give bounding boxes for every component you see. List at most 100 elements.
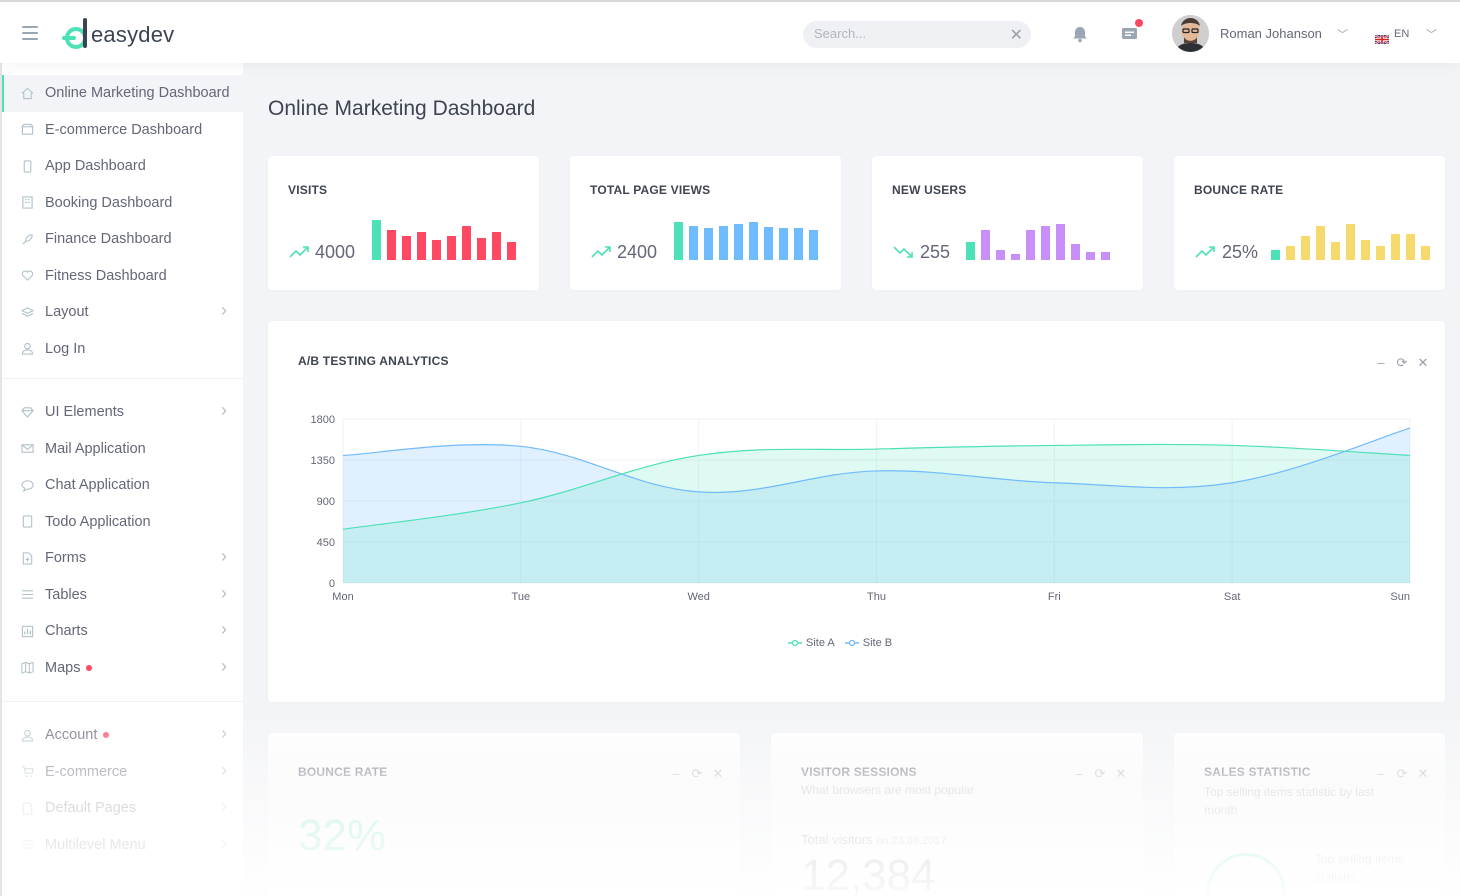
close-icon[interactable]: ✕	[1010, 25, 1023, 45]
mini-bar	[794, 228, 803, 260]
close-icon[interactable]: ✕	[1417, 355, 1429, 371]
topbar: easydev ✕ Roman Johanson ﹀ EN ﹀	[0, 0, 1460, 63]
refresh-icon[interactable]: ⟳	[1396, 766, 1408, 782]
sidebar-item-label: Mail Application	[45, 440, 146, 457]
chevron-down-icon[interactable]: ﹀	[1426, 26, 1437, 42]
mini-bar	[1376, 246, 1385, 260]
ab-testing-chart: 0 450 900 1350 1800 Mon Tue Wed Thu Fri Sat Sun	[298, 406, 1418, 611]
stat-label: NEW USERS	[892, 183, 967, 197]
panel-title: A/B TESTING ANALYTICS	[298, 354, 449, 368]
stat-value: 25%	[1222, 242, 1259, 262]
sidebar-item-finance-dashboard[interactable]: Finance Dashboard	[2, 221, 243, 258]
collapse-icon[interactable]: –	[670, 766, 682, 782]
bounce-rate-panel: BOUNCE RATE – ⟳ ✕ 32%	[268, 733, 740, 896]
mini-bar	[1286, 246, 1295, 260]
sidebar-item-fitness-dashboard[interactable]: Fitness Dashboard	[2, 258, 243, 295]
rocket-icon	[20, 232, 34, 246]
phone-icon	[20, 159, 34, 173]
sidebar-item-account[interactable]: Account ›	[2, 717, 243, 754]
sidebar-item-e-commerce-dashboard[interactable]: E-commerce Dashboard	[2, 112, 243, 149]
chevron-down-icon[interactable]: ﹀	[1337, 26, 1348, 42]
sidebar-item-e-commerce[interactable]: E-commerce ›	[2, 754, 243, 791]
sidebar-item-maps[interactable]: Maps ›	[2, 650, 243, 687]
close-icon[interactable]: ✕	[1417, 766, 1429, 782]
collapse-icon[interactable]: –	[1073, 766, 1085, 782]
legend-label: Site B	[862, 637, 893, 649]
sidebar-item-label: Charts	[45, 623, 88, 640]
sidebar-item-label: Account	[45, 727, 98, 744]
sidebar-item-label: UI Elements	[45, 404, 124, 421]
refresh-icon[interactable]: ⟳	[691, 766, 703, 782]
mini-bar	[704, 228, 713, 260]
language-selector[interactable]: EN	[1394, 28, 1409, 40]
y-tick-label: 900	[317, 496, 335, 508]
mini-bar	[1361, 240, 1370, 260]
sidebar-item-layout[interactable]: Layout ›	[2, 294, 243, 331]
close-icon[interactable]: ✕	[1115, 766, 1127, 782]
mail-icon[interactable]	[1121, 25, 1138, 45]
panel-title: VISITOR SESSIONS	[801, 765, 917, 779]
sidebar-item-ui-elements[interactable]: UI Elements ›	[2, 394, 243, 431]
cart-icon	[20, 765, 34, 779]
sidebar-group-pages: Account › E-commerce › Default Pages › Multile…	[2, 702, 243, 874]
legend-item-site-a[interactable]: Site A	[788, 637, 835, 649]
close-icon[interactable]: ✕	[712, 766, 724, 782]
sidebar-item-booking-dashboard[interactable]: Booking Dashboard	[2, 185, 243, 222]
chevron-right-icon: ›	[221, 400, 227, 420]
trending-down-icon	[893, 245, 915, 259]
mini-bar-chart	[1271, 224, 1430, 260]
mini-bar	[809, 230, 818, 260]
chevron-right-icon: ›	[221, 723, 227, 743]
stat-value: 255	[920, 242, 951, 262]
sidebar-item-label: Multilevel Menu	[45, 836, 146, 853]
x-tick-label: Tue	[512, 591, 531, 603]
refresh-icon[interactable]: ⟳	[1094, 766, 1106, 782]
legend-item-site-b[interactable]: Site B	[844, 637, 893, 649]
collapse-icon[interactable]: –	[1375, 766, 1387, 782]
envelope-icon	[20, 442, 34, 456]
sidebar-item-todo-application[interactable]: Todo Application	[2, 504, 243, 541]
sidebar-item-app-dashboard[interactable]: App Dashboard	[2, 148, 243, 185]
collapse-icon[interactable]: –	[1375, 355, 1387, 371]
sidebar-item-chat-application[interactable]: Chat Application	[2, 467, 243, 504]
visitor-sessions-panel: VISITOR SESSIONS What browsers are most …	[771, 733, 1143, 896]
mini-bar	[1041, 226, 1050, 260]
notification-dot	[1135, 19, 1143, 27]
avatar[interactable]	[1172, 15, 1209, 52]
total-visitors: Total visitors on 23.08.2017	[801, 832, 947, 847]
sidebar-item-charts[interactable]: Charts ›	[2, 613, 243, 650]
panel-controls: – ⟳ ✕	[1375, 766, 1429, 782]
bell-icon[interactable]	[1072, 26, 1088, 48]
search-input[interactable]	[814, 26, 994, 41]
sidebar-item-online-marketing-dashboard[interactable]: Online Marketing Dashboard	[2, 75, 243, 112]
sidebar-item-label: Finance Dashboard	[45, 231, 172, 248]
panel-controls: – ⟳ ✕	[1073, 766, 1127, 782]
logo[interactable]: easydev	[60, 16, 174, 50]
sidebar-item-multilevel-menu[interactable]: Multilevel Menu ›	[2, 827, 243, 864]
mini-bar	[1086, 252, 1095, 260]
sidebar-item-log-in[interactable]: Log In	[2, 331, 243, 368]
sidebar-item-label: Tables	[45, 586, 87, 603]
mini-bar	[719, 226, 728, 260]
menu-toggle-icon[interactable]	[22, 26, 38, 40]
chevron-right-icon: ›	[221, 832, 227, 853]
sidebar-item-tables[interactable]: Tables ›	[2, 577, 243, 614]
mini-bar	[417, 232, 426, 260]
file-add-icon	[20, 551, 34, 565]
area-chart: 0 450 900 1350 1800 Mon Tue Wed Thu Fri Sat Sun	[311, 414, 1411, 603]
chart-legend: Site A Site B	[788, 637, 892, 649]
uk-flag-icon	[1374, 31, 1390, 45]
user-name[interactable]: Roman Johanson	[1220, 26, 1322, 41]
sidebar-item-default-pages[interactable]: Default Pages ›	[2, 790, 243, 827]
mini-bar	[764, 227, 773, 260]
mini-bar	[1406, 234, 1415, 260]
mini-bar	[966, 242, 975, 260]
sidebar-item-mail-application[interactable]: Mail Application	[2, 431, 243, 468]
sidebar-item-forms[interactable]: Forms ›	[2, 540, 243, 577]
sidebar-item-label: E-commerce	[45, 763, 128, 780]
chevron-right-icon: ›	[221, 300, 227, 320]
panel-subtitle: What browsers are most popular	[801, 783, 975, 797]
refresh-icon[interactable]: ⟳	[1396, 355, 1408, 371]
x-tick-label: Sat	[1224, 591, 1241, 603]
trending-up-icon	[591, 245, 613, 259]
